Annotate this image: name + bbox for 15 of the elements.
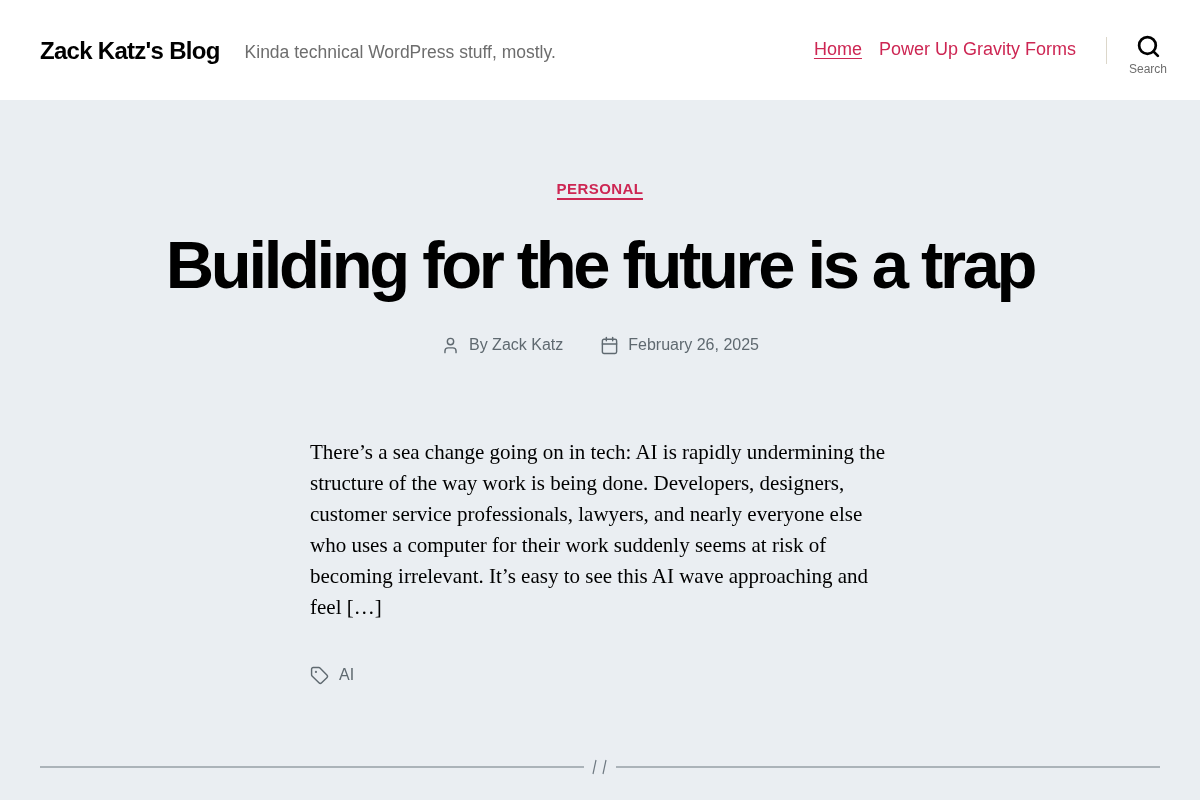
person-icon — [441, 335, 460, 355]
author-link[interactable]: By Zack Katz — [469, 335, 564, 355]
calendar-icon — [600, 335, 620, 355]
category-link[interactable]: PERSONAL — [556, 180, 644, 200]
search-icon — [1135, 34, 1161, 59]
tag-link[interactable]: AI — [339, 665, 355, 685]
nav-link[interactable]: Power Up Gravity Forms — [878, 38, 1076, 60]
post-title: Building for the future is a trap — [165, 228, 1035, 302]
site-title[interactable]: Zack Katz's Blog — [40, 37, 220, 65]
post-date[interactable]: February 26, 2025 — [628, 335, 759, 355]
tag-icon — [310, 665, 329, 685]
nav-link[interactable]: Home — [813, 38, 862, 60]
search-toggle[interactable]: Search — [1128, 24, 1168, 76]
site-description: Kinda technical WordPress stuff, mostly. — [244, 40, 556, 63]
post-excerpt: There’s a sea change going on in tech: AI is rapidly undermining the structure of the way work is being done. Developers, designers, customer service professionals, lawyers, and nearly everyone else who uses a computer for their work suddenly seems at risk of becoming irrelevant. It’s easy to see this AI wave approaching and feel […] — [310, 439, 886, 621]
